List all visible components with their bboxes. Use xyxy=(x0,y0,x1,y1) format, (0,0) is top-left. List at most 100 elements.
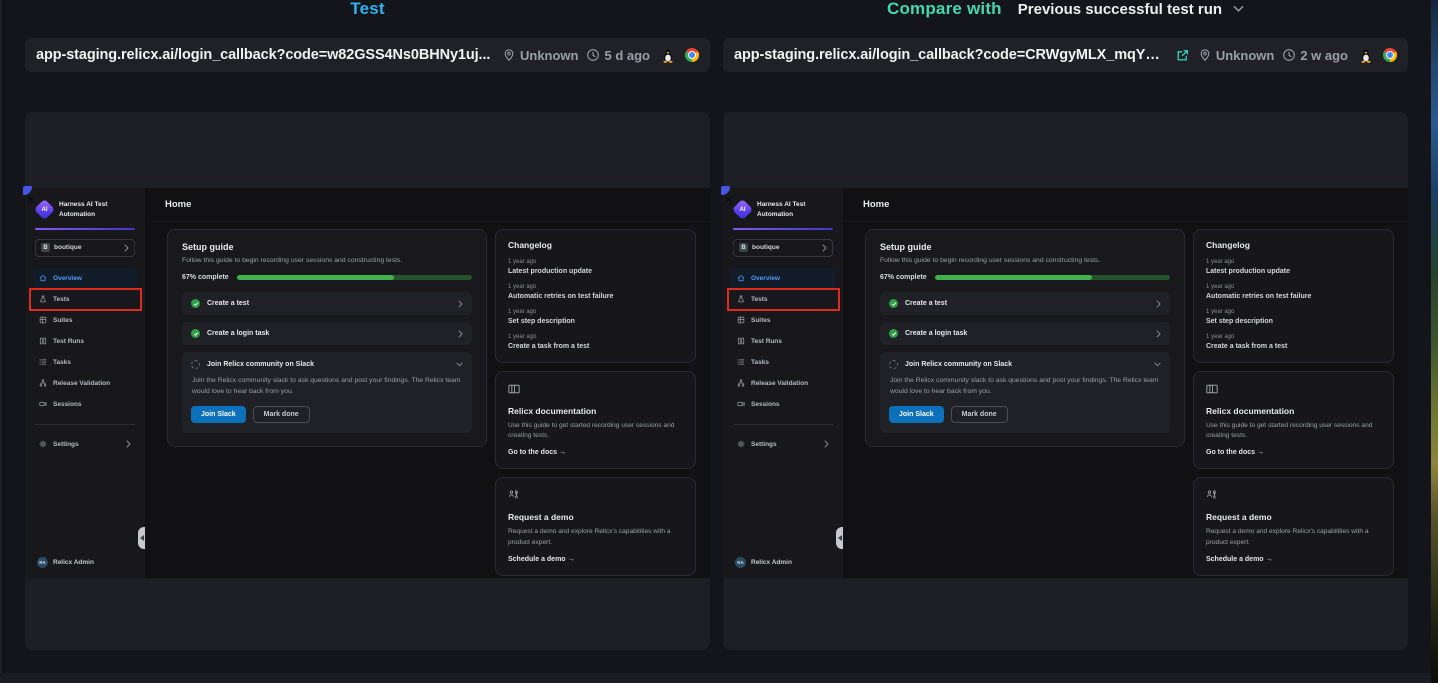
documentation-card: Relicx documentation Use this guide to g… xyxy=(1193,371,1394,469)
chevron-right-icon xyxy=(824,440,829,448)
progress-bar xyxy=(237,275,472,280)
check-circle-icon xyxy=(889,329,898,338)
demo-text: Request a demo and explore Relicx's capa… xyxy=(1206,527,1381,547)
setup-item-create-test[interactable]: Create a test xyxy=(880,292,1170,315)
columns-icon xyxy=(39,337,47,345)
previous-screenshot-edge xyxy=(0,0,4,683)
mark-done-button[interactable]: Mark done xyxy=(951,406,1008,423)
sidebar-item-suites[interactable]: Suites xyxy=(33,310,137,331)
project-selector[interactable]: B boutique xyxy=(35,239,135,257)
documentation-title: Relicx documentation xyxy=(1206,406,1381,416)
app-sidebar: AI Harness AI Test Automation B boutique xyxy=(723,188,843,578)
app-title-bar: Home xyxy=(843,188,1408,222)
changelog-title: Changelog xyxy=(508,240,683,250)
screenshot-panel: AI Harness AI Test Automation B boutique xyxy=(723,112,1408,650)
sidebar-item-test-runs[interactable]: Test Runs xyxy=(731,331,835,352)
chevron-down-icon xyxy=(1233,5,1244,13)
sidebar-item-release-validation[interactable]: Release Validation xyxy=(731,373,835,394)
progress-bar-fill xyxy=(237,275,395,280)
url-bar: app-staging.relicx.ai/login_callback?cod… xyxy=(723,38,1408,72)
demo-text: Request a demo and explore Relicx's capa… xyxy=(508,527,683,547)
age-label: 2 w ago xyxy=(1300,48,1348,63)
changelog-entry: 1 year ago Latest production update xyxy=(508,259,683,275)
changelog-entry: 1 year ago Automatic retries on test fai… xyxy=(508,284,683,300)
setup-item-create-test[interactable]: Create a test xyxy=(182,292,472,315)
join-slack-description: Join the Relicx community slack to ask q… xyxy=(889,376,1161,397)
schedule-demo-link[interactable]: Schedule a demo → xyxy=(508,556,683,563)
test-comparison-view: Test app-staging.relicx.ai/login_callbac… xyxy=(0,0,1438,683)
sidebar-collapse-handle[interactable] xyxy=(836,527,843,549)
go-to-docs-link[interactable]: Go to the docs → xyxy=(1206,449,1381,456)
sidebar-item-sessions[interactable]: Sessions xyxy=(731,394,835,415)
sidebar-item-release-validation[interactable]: Release Validation xyxy=(33,373,137,394)
sidebar-item-tests[interactable]: Tests xyxy=(731,289,835,310)
sidebar-item-test-runs[interactable]: Test Runs xyxy=(33,331,137,352)
sidebar-item-tests[interactable]: Tests xyxy=(33,289,137,310)
join-slack-actions: Join Slack Mark done xyxy=(889,406,1161,423)
chrome-icon-center xyxy=(688,51,696,59)
mark-done-button[interactable]: Mark done xyxy=(253,406,310,423)
setup-item-join-slack-header[interactable]: Join Relicx community on Slack xyxy=(191,360,463,369)
sidebar-item-settings[interactable]: Settings xyxy=(33,434,137,455)
grid-icon xyxy=(737,316,745,324)
setup-item-create-login-task[interactable]: Create a login task xyxy=(182,322,472,345)
column-header: Compare with Previous successful test ru… xyxy=(723,0,1408,38)
columns-icon xyxy=(737,337,745,345)
setup-items: Create a test Create a login task xyxy=(880,292,1170,433)
check-circle-icon xyxy=(191,329,200,338)
column-title: Test xyxy=(350,0,385,21)
setup-guide-title: Setup guide xyxy=(880,242,1170,252)
sidebar-collapse-handle[interactable] xyxy=(138,527,145,549)
docs-icon xyxy=(1206,383,1218,395)
app-main: Home Setup guide Follow this guide to be… xyxy=(145,188,710,578)
setup-item-join-slack-header[interactable]: Join Relicx community on Slack xyxy=(889,360,1161,369)
brand-divider xyxy=(733,228,833,230)
sidebar-item-tasks[interactable]: Tasks xyxy=(33,352,137,373)
age-label: 5 d ago xyxy=(604,48,650,63)
changelog-entry: 1 year ago Automatic retries on test fai… xyxy=(1206,284,1381,300)
join-slack-button[interactable]: Join Slack xyxy=(191,406,246,423)
docs-icon xyxy=(508,383,520,395)
sidebar-item-tasks[interactable]: Tasks xyxy=(731,352,835,373)
setup-item-join-slack: Join Relicx community on Slack Join the … xyxy=(182,352,472,433)
gear-icon xyxy=(39,440,47,448)
setup-guide-subtitle: Follow this guide to begin recording use… xyxy=(880,257,1170,264)
compare-run-dropdown[interactable]: Previous successful test run xyxy=(1018,0,1244,21)
page-url[interactable]: app-staging.relicx.ai/login_callback?cod… xyxy=(36,47,490,63)
location-pin-icon xyxy=(1198,48,1212,62)
setup-progress: 67% complete xyxy=(182,274,472,281)
join-slack-button[interactable]: Join Slack xyxy=(889,406,944,423)
user-account[interactable]: RA Relicx Admin xyxy=(33,557,137,570)
sidebar-spacer xyxy=(731,455,835,558)
project-selector[interactable]: B boutique xyxy=(733,239,833,257)
setup-item-create-login-task[interactable]: Create a login task xyxy=(880,322,1170,345)
changelog-entry: 1 year ago Set step description xyxy=(508,309,683,325)
page-url[interactable]: app-staging.relicx.ai/login_callback?cod… xyxy=(734,47,1167,63)
user-name: Relicx Admin xyxy=(53,559,94,566)
documentation-card: Relicx documentation Use this guide to g… xyxy=(495,371,696,469)
schedule-demo-link[interactable]: Schedule a demo → xyxy=(1206,556,1381,563)
app-page-title: Home xyxy=(863,199,889,210)
sidebar-item-overview[interactable]: Overview xyxy=(731,268,835,289)
sidebar-item-settings[interactable]: Settings xyxy=(731,434,835,455)
location-meta: Unknown xyxy=(1198,48,1275,63)
setup-guide-title: Setup guide xyxy=(182,242,472,252)
go-to-docs-link[interactable]: Go to the docs → xyxy=(508,449,683,456)
video-icon xyxy=(737,400,745,408)
changelog-entry: 1 year ago Create a task from a test xyxy=(1206,334,1381,350)
clock-icon xyxy=(1282,48,1296,62)
gear-icon xyxy=(737,440,745,448)
join-slack-description: Join the Relicx community slack to ask q… xyxy=(191,376,463,397)
changelog-card: Changelog 1 year ago Latest production u… xyxy=(1193,229,1394,363)
user-avatar: RA xyxy=(37,557,48,568)
chrome-icon-center xyxy=(1386,51,1394,59)
project-badge: B xyxy=(41,243,50,252)
documentation-text: Use this guide to get started recording … xyxy=(508,421,683,441)
chevron-right-icon xyxy=(822,244,827,252)
sidebar-item-sessions[interactable]: Sessions xyxy=(33,394,137,415)
external-link-icon[interactable] xyxy=(1175,48,1190,63)
user-avatar: RA xyxy=(735,557,746,568)
sidebar-item-overview[interactable]: Overview xyxy=(33,268,137,289)
sidebar-item-suites[interactable]: Suites xyxy=(731,310,835,331)
user-account[interactable]: RA Relicx Admin xyxy=(731,557,835,570)
